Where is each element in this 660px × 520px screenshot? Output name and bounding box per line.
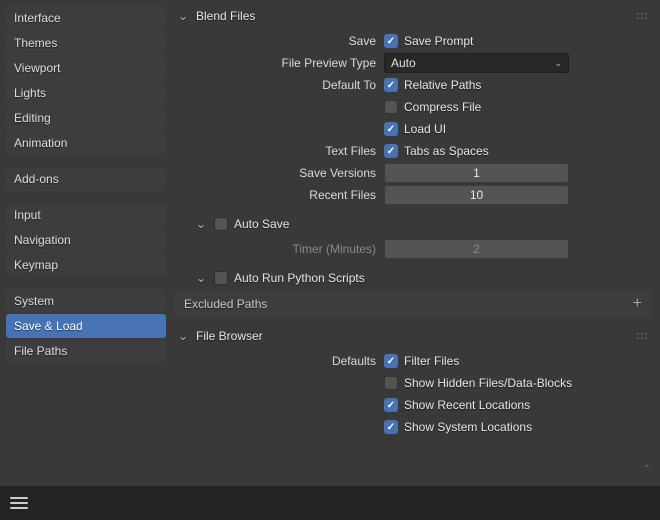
checkbox-compress-file[interactable] — [384, 100, 398, 114]
sidebar-item-lights[interactable]: Lights — [6, 81, 166, 105]
checkbox-filter-files[interactable] — [384, 354, 398, 368]
row-label-save-versions: Save Versions — [174, 166, 384, 180]
row-label-default-to: Default To — [174, 78, 384, 92]
panel-header-blend-files[interactable]: ⌄ Blend Files — [174, 6, 652, 26]
hamburger-menu-button[interactable] — [10, 497, 28, 509]
panel-title: File Browser — [196, 329, 263, 343]
select-file-preview-type[interactable]: Auto ⌄ — [384, 53, 569, 73]
footer-bar — [0, 486, 660, 520]
numfield-value: 1 — [473, 166, 480, 180]
sidebar-item-file-paths[interactable]: File Paths — [6, 339, 166, 363]
chevron-down-icon: ⌄ — [194, 271, 208, 285]
chevron-down-icon: ⌄ — [554, 58, 562, 69]
chevron-down-icon: ⌄ — [194, 217, 208, 231]
numfield-save-versions[interactable]: 1 — [384, 163, 569, 183]
checkbox-load-ui[interactable] — [384, 122, 398, 136]
sidebar-item-save-load[interactable]: Save & Load — [6, 314, 166, 338]
checkbox-tabs-as-spaces[interactable] — [384, 144, 398, 158]
sidebar-item-editing[interactable]: Editing — [6, 106, 166, 130]
checkbox-auto-run-enable[interactable] — [214, 271, 228, 285]
sidebar-item-add-ons[interactable]: Add-ons — [6, 167, 166, 191]
sidebar-item-navigation[interactable]: Navigation — [6, 228, 166, 252]
numfield-recent-files[interactable]: 10 — [384, 185, 569, 205]
numfield-value: 10 — [470, 188, 483, 202]
option-label: Tabs as Spaces — [404, 144, 489, 158]
option-label: Show System Locations — [404, 420, 532, 434]
option-label: Load UI — [404, 122, 446, 136]
scroll-indicator-icon: ⌃ — [640, 464, 654, 478]
sidebar-item-animation[interactable]: Animation — [6, 131, 166, 155]
panel-header-auto-run[interactable]: ⌄ Auto Run Python Scripts — [192, 268, 652, 288]
sidebar-item-interface[interactable]: Interface — [6, 6, 166, 30]
add-excluded-path-button[interactable]: + — [633, 296, 642, 312]
checkbox-relative-paths[interactable] — [384, 78, 398, 92]
grip-icon — [636, 332, 648, 340]
sidebar-item-system[interactable]: System — [6, 289, 166, 313]
sidebar-item-viewport[interactable]: Viewport — [6, 56, 166, 80]
sidebar-item-themes[interactable]: Themes — [6, 31, 166, 55]
panel-header-file-browser[interactable]: ⌄ File Browser — [174, 326, 652, 346]
checkbox-show-system[interactable] — [384, 420, 398, 434]
sidebar-item-keymap[interactable]: Keymap — [6, 253, 166, 277]
excluded-paths-label: Excluded Paths — [184, 297, 267, 311]
row-label-timer: Timer (Minutes) — [174, 242, 384, 256]
row-label-recent-files: Recent Files — [174, 188, 384, 202]
option-label: Show Recent Locations — [404, 398, 530, 412]
row-label-file-preview: File Preview Type — [174, 56, 384, 70]
panel-header-auto-save[interactable]: ⌄ Auto Save — [192, 214, 652, 234]
panel-title: Blend Files — [196, 9, 255, 23]
excluded-paths-row: Excluded Paths + — [174, 290, 652, 318]
grip-icon — [636, 12, 648, 20]
chevron-down-icon: ⌄ — [176, 329, 190, 343]
checkbox-show-hidden[interactable] — [384, 376, 398, 390]
checkbox-auto-save-enable[interactable] — [214, 217, 228, 231]
panel-title: Auto Run Python Scripts — [234, 271, 365, 285]
sidebar-item-input[interactable]: Input — [6, 203, 166, 227]
option-label: Save Prompt — [404, 34, 473, 48]
option-label: Filter Files — [404, 354, 459, 368]
checkbox-show-recent[interactable] — [384, 398, 398, 412]
chevron-down-icon: ⌄ — [176, 9, 190, 23]
option-label: Compress File — [404, 100, 481, 114]
panel-title: Auto Save — [234, 217, 289, 231]
numfield-value: 2 — [473, 242, 480, 256]
preferences-main: ⌄ Blend Files Save Save Prompt File Prev… — [172, 0, 660, 485]
row-label-defaults: Defaults — [174, 354, 384, 368]
numfield-timer-minutes[interactable]: 2 — [384, 239, 569, 259]
row-label-text-files: Text Files — [174, 144, 384, 158]
row-label-save: Save — [174, 34, 384, 48]
select-value: Auto — [391, 56, 416, 70]
preferences-sidebar: InterfaceThemesViewportLightsEditingAnim… — [0, 0, 172, 485]
checkbox-save-prompt[interactable] — [384, 34, 398, 48]
option-label: Relative Paths — [404, 78, 481, 92]
option-label: Show Hidden Files/Data-Blocks — [404, 376, 572, 390]
